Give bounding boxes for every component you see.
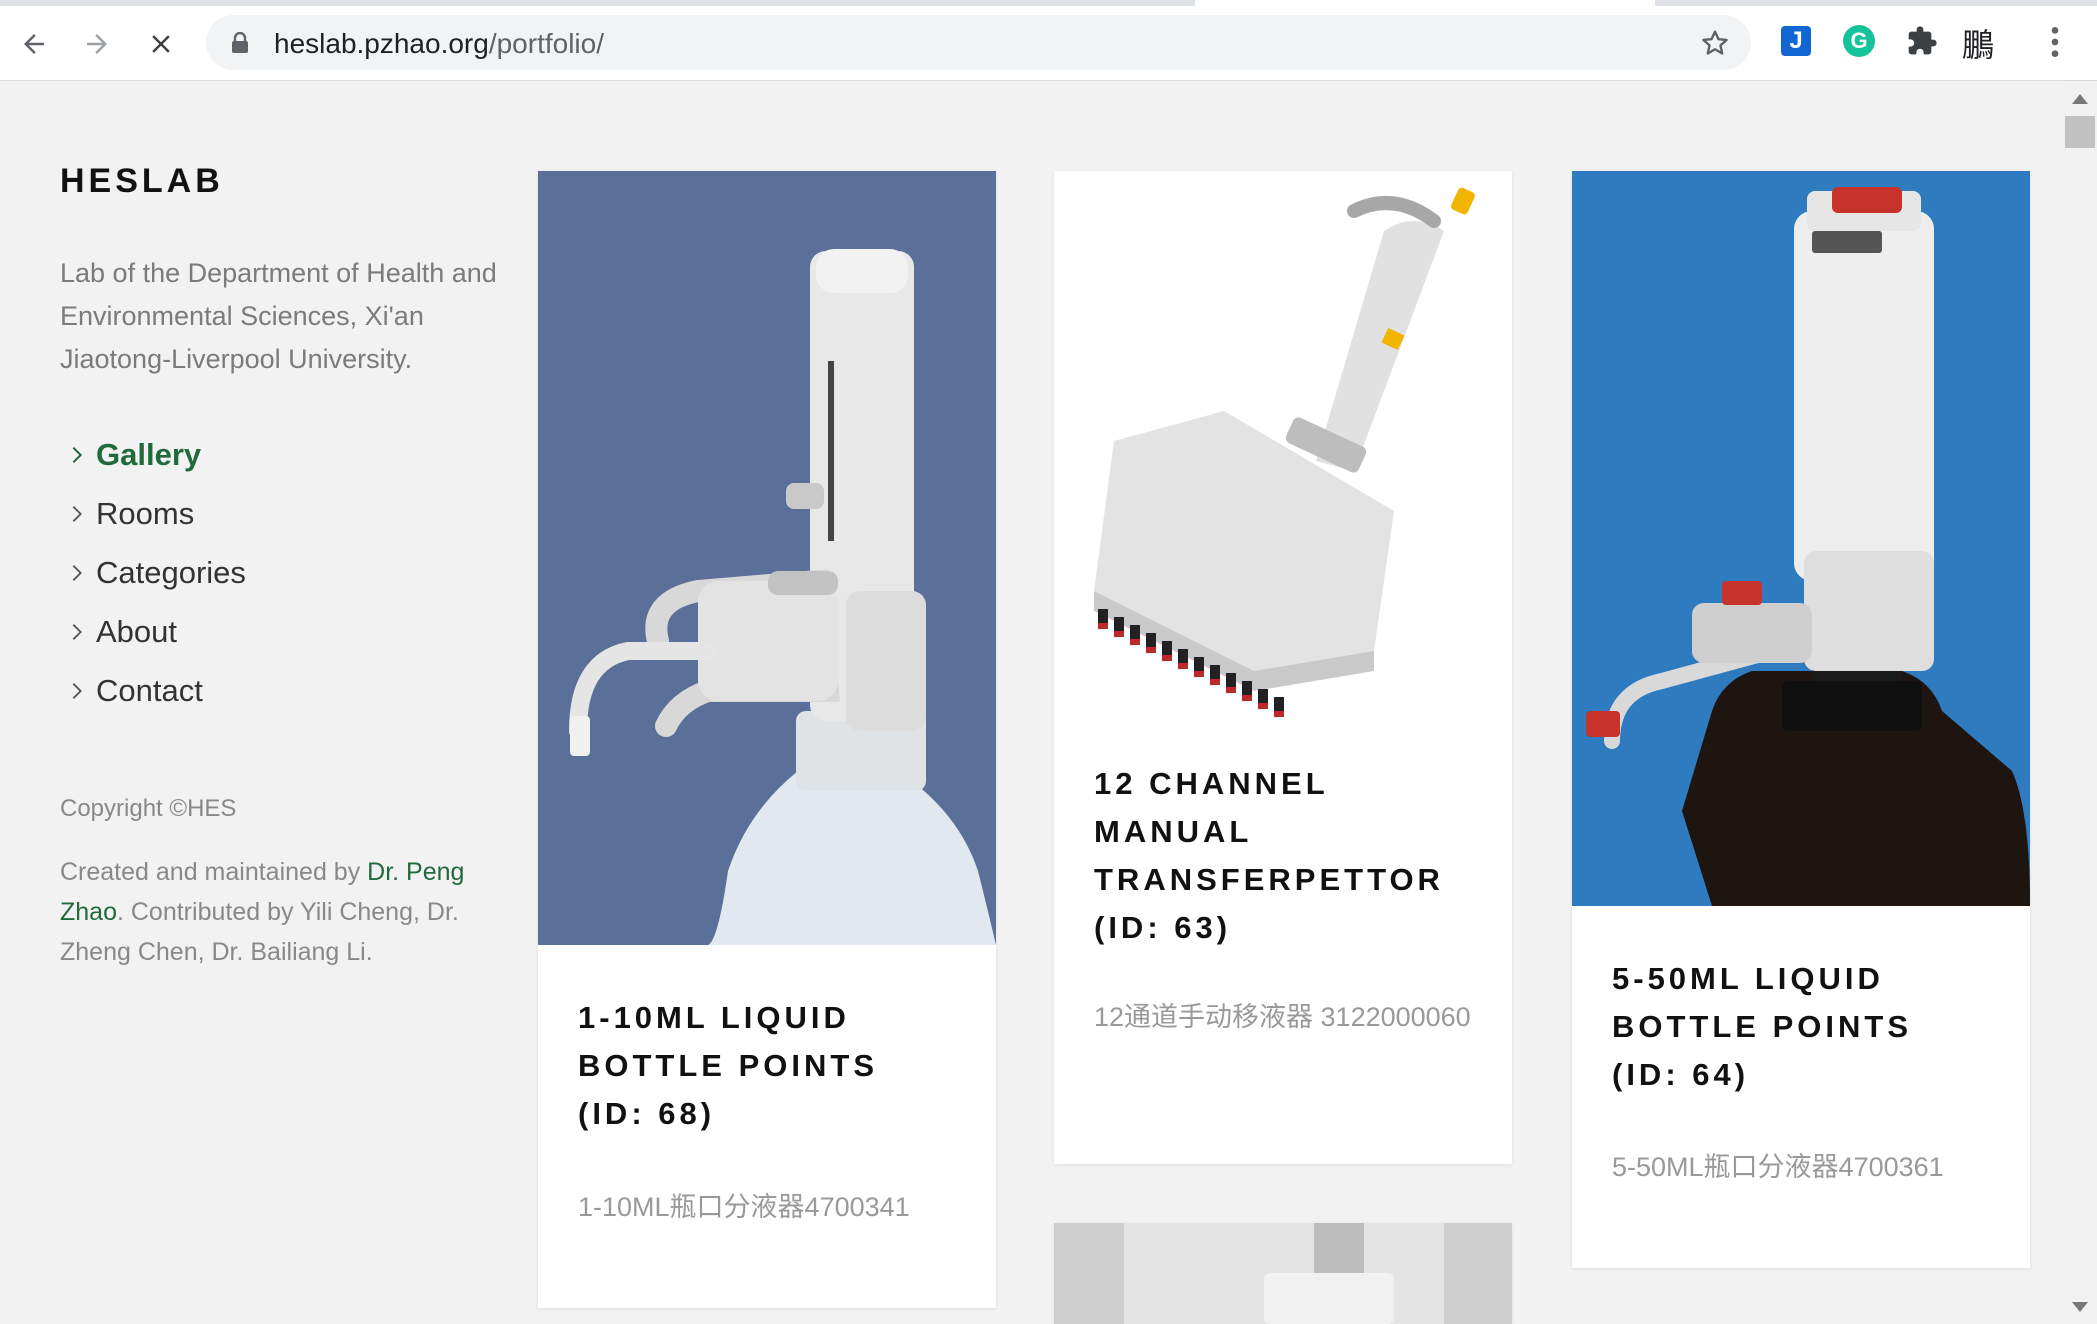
url-path: /portfolio/ (488, 28, 604, 59)
pipette-partial-image (1054, 1223, 1512, 1324)
credits-text: Created and maintained by Dr. Peng Zhao.… (60, 852, 500, 972)
nav-label: Rooms (96, 495, 195, 531)
forward-button[interactable] (77, 24, 117, 64)
multichannel-pipette-image (1054, 171, 1512, 731)
chevron-right-icon (72, 564, 82, 581)
back-button[interactable] (14, 24, 54, 64)
copyright-text: Copyright ©HES (60, 795, 237, 822)
browser-toolbar: heslab.pzhao.org/portfolio/ J G 鵬 (0, 0, 2097, 81)
nav-item-gallery[interactable]: Gallery (60, 425, 246, 484)
site-brand[interactable]: HESLAB (60, 162, 224, 201)
grammarly-icon: G (1843, 25, 1875, 57)
card-subtitle: 12通道手动移液器 3122000060 (1094, 1002, 1471, 1032)
card-title[interactable]: 12 CHANNEL MANUAL TRANSFERPETTOR (ID: 63… (1094, 760, 1472, 952)
bookmark-star-icon[interactable] (1699, 27, 1731, 59)
arrow-right-icon (87, 34, 107, 54)
sidebar-nav: Gallery Rooms Categories About Contact (60, 425, 246, 720)
scroll-down-arrow[interactable] (2072, 1302, 2088, 1312)
more-vert-icon[interactable] (2035, 22, 2075, 62)
address-bar[interactable]: heslab.pzhao.org/portfolio/ (206, 15, 1751, 70)
nav-label: Categories (96, 554, 246, 590)
nav-label: Contact (96, 672, 203, 708)
chevron-right-icon (72, 505, 82, 522)
credits-suffix: . Contributed by Yili Cheng, Dr. Zheng C… (60, 898, 459, 966)
portfolio-card[interactable] (1054, 1223, 1512, 1324)
puzzle-piece-icon (1908, 26, 1937, 55)
nav-label: About (96, 613, 178, 649)
arrow-left-icon (24, 34, 44, 54)
stop-loading-button[interactable] (141, 24, 181, 64)
dispenser-on-brown-bottle-image (1572, 171, 2030, 906)
profile-avatar[interactable]: 鵬 (1962, 20, 1994, 66)
portfolio-card[interactable]: 5-50ML LIQUID BOTTLE POINTS (ID: 64) 5-5… (1572, 171, 2030, 1268)
page-scrollbar[interactable] (2063, 82, 2097, 1324)
chevron-right-icon (72, 623, 82, 640)
extension-grammarly-button[interactable]: G (1840, 22, 1878, 60)
bottle-top-dispenser-image (538, 171, 996, 945)
portfolio-card[interactable]: 12 CHANNEL MANUAL TRANSFERPETTOR (ID: 63… (1054, 171, 1512, 1164)
nav-item-categories[interactable]: Categories (60, 543, 246, 602)
extension-j-button[interactable]: J (1777, 22, 1815, 60)
site-description: Lab of the Department of Health and Envi… (60, 258, 497, 374)
extensions-menu-button[interactable] (1903, 22, 1941, 60)
url-text: heslab.pzhao.org/portfolio/ (274, 28, 604, 60)
nav-item-contact[interactable]: Contact (60, 661, 246, 720)
card-subtitle: 1-10ML瓶口分液器4700341 (578, 1192, 910, 1222)
card-title[interactable]: 5-50ML LIQUID BOTTLE POINTS (ID: 64) (1612, 955, 1990, 1099)
chevron-right-icon (72, 446, 83, 463)
credits-prefix: Created and maintained by (60, 858, 368, 886)
chevron-right-icon (72, 682, 82, 699)
j-extension-icon: J (1781, 26, 1811, 56)
card-subtitle: 5-50ML瓶口分液器4700361 (1612, 1152, 1944, 1182)
lock-icon (232, 32, 248, 53)
url-host: heslab.pzhao.org (274, 28, 489, 59)
scroll-thumb[interactable] (2065, 116, 2095, 148)
scroll-up-arrow[interactable] (2072, 94, 2088, 104)
nav-label: Gallery (96, 436, 202, 472)
nav-item-about[interactable]: About (60, 602, 246, 661)
tab-strip (0, 0, 2097, 6)
close-icon (152, 35, 170, 53)
nav-item-rooms[interactable]: Rooms (60, 484, 246, 543)
card-title[interactable]: 1-10ML LIQUID BOTTLE POINTS (ID: 68) (578, 994, 956, 1138)
portfolio-card[interactable]: 1-10ML LIQUID BOTTLE POINTS (ID: 68) 1-1… (538, 171, 996, 1308)
